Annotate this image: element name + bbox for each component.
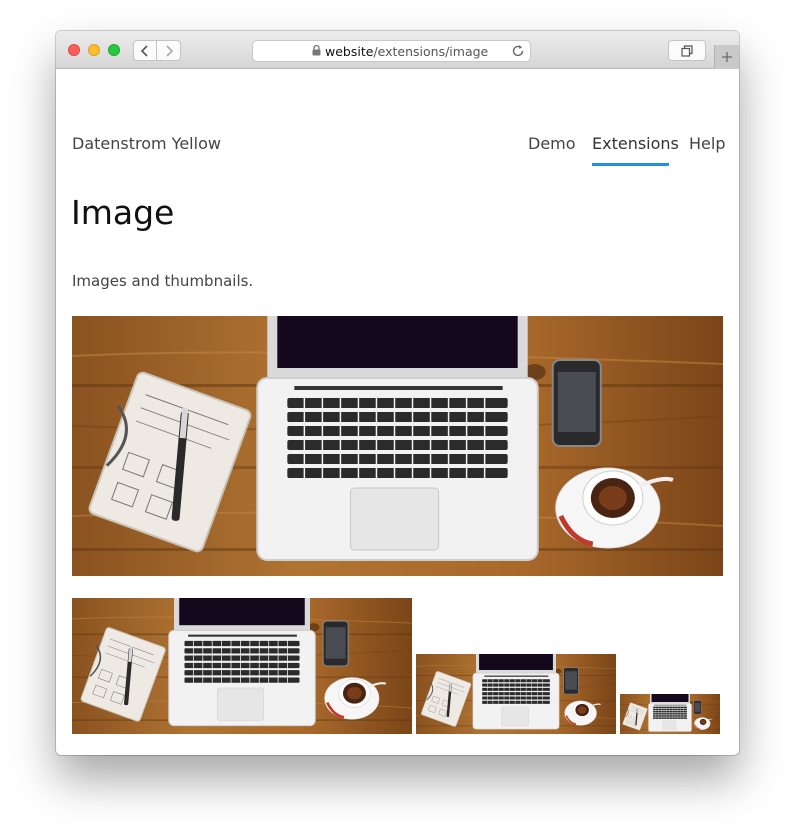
nav-link-extensions[interactable]: Extensions — [592, 134, 679, 153]
forward-button[interactable] — [157, 40, 181, 61]
chevron-left-icon — [140, 44, 148, 57]
show-tabs-button[interactable] — [668, 40, 706, 61]
minimize-window-button[interactable] — [88, 44, 100, 56]
reload-icon[interactable] — [511, 44, 525, 58]
nav-link-help[interactable]: Help — [689, 134, 725, 153]
back-button[interactable] — [133, 40, 157, 61]
site-name-link[interactable]: Datenstrom Yellow — [72, 134, 221, 153]
main-image — [72, 316, 723, 576]
tabs-overview-icon — [681, 44, 693, 57]
address-bar[interactable]: website/extensions/image — [252, 40, 531, 62]
chevron-right-icon — [165, 44, 173, 57]
url-path: /extensions/image — [373, 44, 489, 59]
zoom-window-button[interactable] — [108, 44, 120, 56]
page-title: Image — [71, 193, 175, 232]
nav-link-demo[interactable]: Demo — [528, 134, 576, 153]
close-window-button[interactable] — [68, 44, 80, 56]
browser-window: website/extensions/image Datenstrom Yell… — [56, 31, 739, 755]
lock-icon — [312, 45, 321, 56]
url-host: website — [325, 44, 374, 59]
active-nav-indicator — [592, 163, 669, 166]
thumbnail-small — [620, 694, 720, 734]
page-content: Datenstrom Yellow Demo Extensions Help I… — [56, 69, 739, 755]
thumbnail-large — [72, 598, 412, 734]
new-tab-button[interactable] — [714, 45, 739, 69]
plus-icon — [722, 52, 732, 62]
thumbnail-medium — [416, 654, 616, 734]
browser-toolbar: website/extensions/image — [56, 31, 739, 69]
page-description: Images and thumbnails. — [72, 272, 254, 290]
url-text: website/extensions/image — [325, 44, 488, 59]
